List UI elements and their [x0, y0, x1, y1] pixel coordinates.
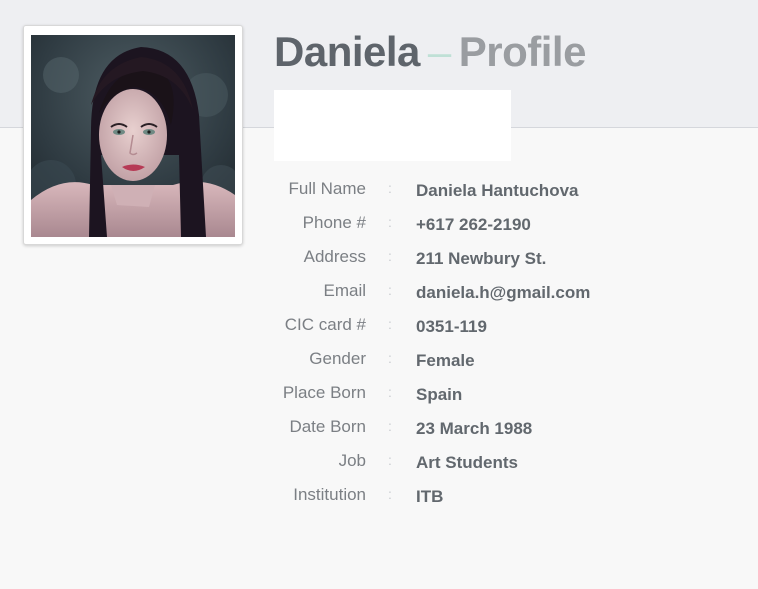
detail-row: Full Name: Daniela Hantuchova: [0, 174, 758, 208]
detail-value: Daniela Hantuchova: [416, 181, 579, 200]
detail-label: Gender: [309, 349, 366, 368]
profile-details-list: Full Name: Daniela Hantuchova Phone #: +617…: [0, 174, 758, 514]
detail-value: +617 262-2190: [416, 215, 531, 234]
detail-separator: :: [388, 180, 392, 196]
detail-row: Address: 211 Newbury St.: [0, 242, 758, 276]
blank-panel: [274, 90, 511, 161]
detail-separator: :: [388, 214, 392, 230]
detail-value: ITB: [416, 487, 444, 506]
detail-separator: :: [388, 248, 392, 264]
page-title: Daniela – Profile: [274, 26, 586, 78]
detail-row: Email: daniela.h@gmail.com: [0, 276, 758, 310]
detail-value: Female: [416, 351, 475, 370]
detail-label: CIC card #: [284, 315, 366, 334]
detail-label: Full Name: [288, 179, 366, 198]
detail-row: Place Born: Spain: [0, 378, 758, 412]
detail-label: Job: [338, 451, 366, 470]
detail-label: Email: [323, 281, 366, 300]
detail-value: 211 Newbury St.: [416, 249, 547, 268]
detail-separator: :: [388, 316, 392, 332]
detail-value: 23 March 1988: [416, 419, 533, 438]
detail-label: Address: [303, 247, 366, 266]
section-title: Profile: [458, 28, 587, 75]
detail-row: Gender: Female: [0, 344, 758, 378]
detail-row: Institution: ITB: [0, 480, 758, 514]
detail-row: Phone #: +617 262-2190: [0, 208, 758, 242]
detail-label: Date Born: [289, 417, 366, 436]
detail-row: Job: Art Students: [0, 446, 758, 480]
detail-separator: :: [388, 418, 392, 434]
profile-name: Daniela: [274, 28, 420, 75]
detail-value: Spain: [416, 385, 463, 404]
title-separator: –: [427, 28, 451, 75]
detail-value: daniela.h@gmail.com: [416, 283, 591, 302]
detail-label: Place Born: [282, 383, 366, 402]
detail-separator: :: [388, 350, 392, 366]
detail-label: Phone #: [302, 213, 366, 232]
detail-label: Institution: [293, 485, 366, 504]
detail-separator: :: [388, 452, 392, 468]
detail-separator: :: [388, 486, 392, 502]
profile-page: Daniela – Profile Full Name: Daniela Hantuc…: [0, 0, 758, 589]
detail-row: CIC card #: 0351-119: [0, 310, 758, 344]
detail-row: Date Born: 23 March 1988: [0, 412, 758, 446]
detail-value: 0351-119: [416, 317, 487, 336]
detail-separator: :: [388, 282, 392, 298]
detail-separator: :: [388, 384, 392, 400]
detail-value: Art Students: [416, 453, 518, 472]
